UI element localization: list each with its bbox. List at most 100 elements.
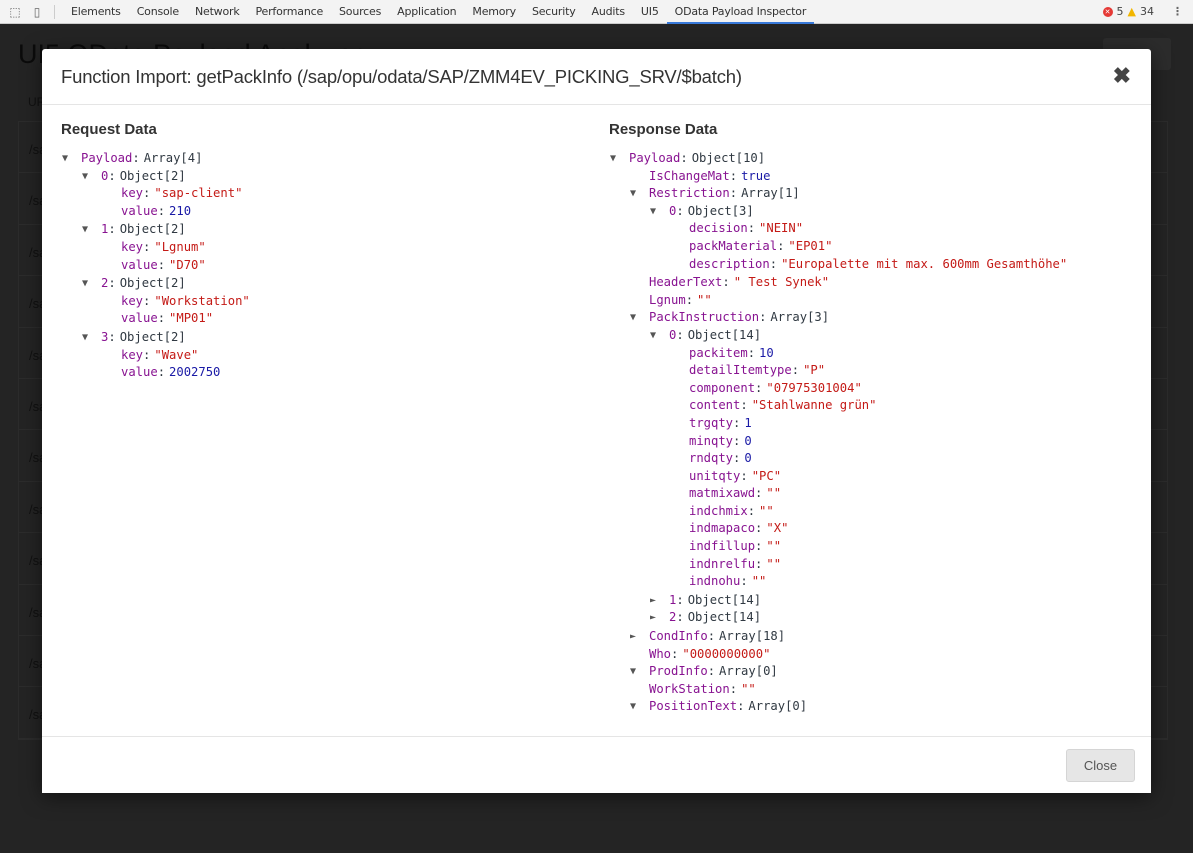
tree-node: indnohu: "" bbox=[669, 573, 1067, 591]
colon: : bbox=[143, 186, 151, 201]
error-icon: ✕ bbox=[1102, 6, 1113, 17]
warning-icon: ▲ bbox=[1127, 5, 1136, 18]
tree-value: "NEIN" bbox=[759, 221, 804, 236]
tree-line[interactable]: ▼ ProdInfo: Array[0] bbox=[629, 663, 1067, 681]
tree-line[interactable]: ▼ 0: Object[3] bbox=[649, 203, 1067, 221]
expanded-arrow-icon[interactable]: ▼ bbox=[82, 329, 96, 347]
devtools-toolbar: ⬚ ▯ Elements Console Network Performance Sou… bbox=[0, 0, 1193, 24]
expanded-arrow-icon[interactable]: ▼ bbox=[630, 663, 644, 681]
console-status[interactable]: ✕ 5 ▲ 34 ⋮ bbox=[1102, 5, 1193, 18]
tree-value: "0000000000" bbox=[682, 646, 771, 661]
tree-line[interactable]: ► 1: Object[14] bbox=[649, 592, 1067, 610]
colon: : bbox=[157, 203, 166, 218]
colon: : bbox=[755, 539, 763, 554]
tree-line[interactable]: ▼ PositionText: Array[0] bbox=[629, 698, 1067, 716]
close-button[interactable]: Close bbox=[1066, 749, 1135, 782]
divider bbox=[54, 4, 55, 19]
tab-network[interactable]: Network bbox=[187, 0, 248, 24]
tree-key: key bbox=[121, 186, 144, 201]
tree-key: CondInfo bbox=[649, 629, 708, 644]
colon: : bbox=[108, 329, 116, 344]
tab-performance[interactable]: Performance bbox=[248, 0, 332, 24]
tab-elements[interactable]: Elements bbox=[63, 0, 129, 24]
tree-key: decision bbox=[689, 221, 748, 236]
tab-console[interactable]: Console bbox=[129, 0, 187, 24]
tree-line: indnohu: "" bbox=[669, 573, 1067, 591]
tree-key: value bbox=[121, 365, 158, 380]
collapsed-arrow-icon[interactable]: ► bbox=[650, 592, 664, 610]
tab-audits[interactable]: Audits bbox=[584, 0, 633, 24]
tree-line[interactable]: ▼ 3: Object[2] bbox=[81, 329, 250, 347]
expanded-arrow-icon[interactable]: ▼ bbox=[82, 221, 96, 239]
tab-ui5[interactable]: UI5 bbox=[633, 0, 667, 24]
tree-type: Array[3] bbox=[770, 310, 830, 325]
tree-node: unitqty: "PC" bbox=[669, 468, 1067, 486]
tree-children: ▼ 0: Object[14] packitem: 10 detailItemtype: "… bbox=[629, 327, 1067, 627]
collapsed-arrow-icon[interactable]: ► bbox=[650, 609, 664, 627]
expanded-arrow-icon[interactable]: ▼ bbox=[630, 309, 644, 327]
expanded-arrow-icon[interactable]: ▼ bbox=[630, 698, 644, 716]
tab-security[interactable]: Security bbox=[524, 0, 584, 24]
error-count: 5 bbox=[1116, 5, 1124, 18]
tree-node: matmixawd: "" bbox=[669, 485, 1067, 503]
tree-line[interactable]: ▼ 0: Object[2] bbox=[81, 168, 250, 186]
tree-line[interactable]: ► CondInfo: Array[18] bbox=[629, 628, 1067, 646]
tree-line[interactable]: ▼ Restriction: Array[1] bbox=[629, 185, 1067, 203]
tree-line[interactable]: ▼ Payload: Array[4] bbox=[61, 150, 250, 168]
tree-line[interactable]: ▼ 1: Object[2] bbox=[81, 221, 250, 239]
device-toolbar-icon[interactable]: ▯ bbox=[30, 5, 44, 19]
close-icon[interactable]: ✖ bbox=[1113, 63, 1131, 89]
tree-node: ▼ Payload: Object[10] IsChangeMat: true ▼ Rest… bbox=[609, 150, 1067, 716]
tree-type: Array[0] bbox=[719, 664, 778, 679]
expanded-arrow-icon[interactable]: ▼ bbox=[610, 150, 624, 168]
tree-type: Array[18] bbox=[719, 629, 786, 644]
expanded-arrow-icon[interactable]: ▼ bbox=[650, 203, 664, 221]
dialog-footer: Close bbox=[42, 736, 1151, 793]
tab-sources[interactable]: Sources bbox=[331, 0, 389, 24]
collapsed-arrow-icon[interactable]: ► bbox=[630, 628, 644, 646]
tree-key: Who bbox=[649, 646, 672, 661]
tab-memory[interactable]: Memory bbox=[464, 0, 524, 24]
tree-value: "Stahlwanne grün" bbox=[751, 398, 877, 413]
inspect-element-icon[interactable]: ⬚ bbox=[8, 5, 22, 19]
tree-node: indmapaco: "X" bbox=[669, 520, 1067, 538]
tree-line: rndqty: 0 bbox=[669, 450, 1067, 468]
tree-line[interactable]: ▼ PackInstruction: Array[3] bbox=[629, 309, 1067, 327]
tree-key: PositionText bbox=[649, 699, 738, 714]
expanded-arrow-icon[interactable]: ▼ bbox=[650, 327, 664, 345]
tree-value: 0 bbox=[744, 451, 752, 466]
colon: : bbox=[108, 276, 116, 291]
tree-node: content: "Stahlwanne grün" bbox=[669, 397, 1067, 415]
colon: : bbox=[759, 310, 767, 325]
tree-node: ► 1: Object[14] bbox=[649, 592, 1067, 610]
response-panel: Response Data ▼ Payload: Object[10] IsChang… bbox=[609, 121, 1067, 717]
tab-odata-payload-inspector[interactable]: OData Payload Inspector bbox=[666, 0, 815, 24]
tree-value: "" bbox=[766, 486, 782, 501]
tree-type: Object[10] bbox=[691, 151, 766, 165]
tab-application[interactable]: Application bbox=[389, 0, 464, 24]
tree-key: detailItemtype bbox=[689, 363, 792, 378]
tree-value: "" bbox=[697, 292, 712, 307]
tree-node: detailItemtype: "P" bbox=[669, 362, 1067, 380]
tree-line: detailItemtype: "P" bbox=[669, 362, 1067, 380]
colon: : bbox=[680, 151, 688, 165]
tree-line: content: "Stahlwanne grün" bbox=[669, 397, 1067, 415]
tree-line[interactable]: ► 2: Object[14] bbox=[649, 609, 1067, 627]
tree-line[interactable]: ▼ Payload: Object[10] bbox=[609, 150, 1067, 168]
tree-value: "" bbox=[751, 574, 767, 589]
expanded-arrow-icon[interactable]: ▼ bbox=[82, 275, 96, 293]
more-options-icon[interactable]: ⋮ bbox=[1172, 5, 1183, 18]
tree-type: Object[14] bbox=[687, 592, 762, 607]
tree-node: ▼ PackInstruction: Array[3] ▼ 0: Object[14] pa… bbox=[629, 309, 1067, 627]
tree-line[interactable]: ▼ 2: Object[2] bbox=[81, 275, 250, 293]
expanded-arrow-icon[interactable]: ▼ bbox=[62, 150, 76, 168]
colon: : bbox=[729, 186, 738, 201]
tree-key: indmapaco bbox=[689, 521, 756, 536]
tree-line[interactable]: ▼ 0: Object[14] bbox=[649, 327, 1067, 345]
tree-line: description: "Europalette mit max. 600mm … bbox=[669, 256, 1067, 274]
tree-node: ▼ 3: Object[2] key: "Wave" value: 2002750 bbox=[81, 329, 250, 382]
expanded-arrow-icon[interactable]: ▼ bbox=[630, 185, 644, 203]
expanded-arrow-icon[interactable]: ▼ bbox=[82, 168, 96, 186]
tree-value: "Wave" bbox=[154, 347, 199, 362]
tree-value: "X" bbox=[766, 521, 789, 536]
